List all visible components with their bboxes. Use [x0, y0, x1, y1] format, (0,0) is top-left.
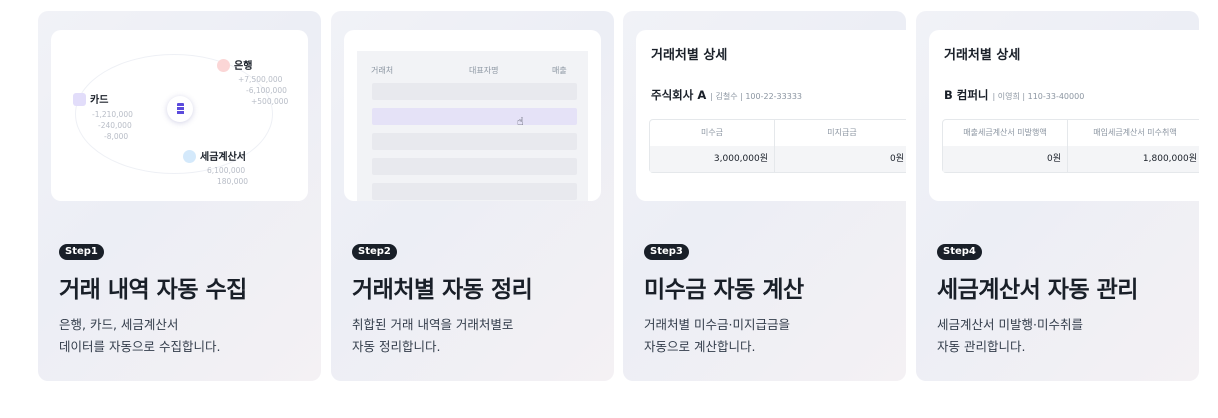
unreceived-value: 1,800,000원 — [1067, 146, 1199, 172]
tax-invoice-icon — [183, 150, 196, 163]
step-title: 미수금 자동 계산 — [644, 277, 804, 303]
receivable-grid: 미수금 미지급금 3,000,000원 0원 — [649, 119, 906, 173]
step-card-4: 거래처별 상세 B 컴퍼니 | 이영희 | 110-33-40000 매출세금계산… — [916, 11, 1199, 381]
step-description: 세금계산서 미발행·미수취를 자동 관리합니다. — [937, 317, 1083, 354]
tax-value-2: 180,000 — [217, 177, 249, 186]
step-badge: Step1 — [59, 244, 104, 260]
bank-value-2: -6,100,000 — [246, 86, 287, 95]
client-table: 거래처 대표자명 매출 ☝ — [357, 51, 588, 201]
collect-illustration: 은행 +7,500,000 -6,100,000 +500,000 카드 -1,… — [51, 30, 308, 201]
column-divider — [1067, 120, 1068, 172]
table-row — [372, 133, 577, 150]
detail-title: 거래처별 상세 — [944, 48, 1021, 63]
unissued-value: 0원 — [943, 146, 1067, 172]
step-badge: Step2 — [352, 244, 397, 260]
step-card-2: 거래처 대표자명 매출 ☝ Step2 거래처별 자동 정리 취합된 거래 내역… — [331, 11, 614, 381]
bank-icon — [217, 59, 230, 72]
coin-stack-icon — [167, 96, 193, 122]
table-row — [372, 183, 577, 200]
card-value-3: -8,000 — [104, 132, 129, 141]
step-badge: Step3 — [644, 244, 689, 260]
receivable-value: 3,000,000원 — [650, 146, 774, 172]
step-badge: Step4 — [937, 244, 982, 260]
column-header: 거래처 — [371, 66, 394, 75]
step-card-3: 거래처별 상세 주식회사 A | 김철수 | 100-22-33333 미수금 미… — [623, 11, 906, 381]
card-icon — [73, 93, 86, 106]
payable-header: 미지급금 — [774, 120, 906, 147]
card-label: 카드 — [73, 91, 108, 106]
client-table-illustration: 거래처 대표자명 매출 ☝ — [344, 30, 601, 201]
column-header: 대표자명 — [469, 66, 499, 75]
bank-label: 은행 — [217, 57, 252, 72]
table-row — [372, 158, 577, 175]
tax-invoice-detail-illustration: 거래처별 상세 B 컴퍼니 | 이영희 | 110-33-40000 매출세금계산… — [929, 30, 1199, 201]
bank-value-3: +500,000 — [251, 97, 289, 106]
step-description: 은행, 카드, 세금계산서 데이터를 자동으로 수집합니다. — [59, 317, 221, 354]
payable-value: 0원 — [774, 146, 906, 172]
receivable-detail-illustration: 거래처별 상세 주식회사 A | 김철수 | 100-22-33333 미수금 미… — [636, 30, 906, 201]
column-header: 매출 — [552, 66, 567, 75]
step-description: 취합된 거래 내역을 거래처별로 자동 정리합니다. — [352, 317, 514, 354]
tax-value-1: 6,100,000 — [207, 166, 246, 175]
tax-label: 세금계산서 — [183, 148, 246, 163]
company-name: 주식회사 A | 김철수 | 100-22-33333 — [651, 88, 803, 102]
card-value-1: -1,210,000 — [92, 110, 133, 119]
step-title: 세금계산서 자동 관리 — [937, 277, 1138, 303]
unreceived-header: 매입세금계산서 미수취액 — [1067, 120, 1199, 147]
company-name: B 컴퍼니 | 이영희 | 110-33-40000 — [944, 88, 1085, 102]
step-card-1: 은행 +7,500,000 -6,100,000 +500,000 카드 -1,… — [38, 11, 321, 381]
table-row-selected[interactable] — [372, 108, 577, 125]
detail-title: 거래처별 상세 — [651, 48, 728, 63]
card-value-2: -240,000 — [98, 121, 132, 130]
receivable-header: 미수금 — [650, 120, 774, 147]
tax-invoice-grid: 매출세금계산서 미발행액 매입세금계산서 미수취액 0원 1,800,000원 — [942, 119, 1199, 173]
step-description: 거래처별 미수금·미지급금을 자동으로 계산합니다. — [644, 317, 790, 354]
pointer-cursor-icon: ☝ — [517, 115, 524, 128]
step-title: 거래 내역 자동 수집 — [59, 277, 247, 303]
unissued-header: 매출세금계산서 미발행액 — [943, 120, 1067, 147]
table-row — [372, 83, 577, 100]
bank-value-1: +7,500,000 — [238, 75, 283, 84]
column-divider — [774, 120, 775, 172]
step-title: 거래처별 자동 정리 — [352, 277, 533, 303]
steps-section: 은행 +7,500,000 -6,100,000 +500,000 카드 -1,… — [0, 0, 1218, 418]
